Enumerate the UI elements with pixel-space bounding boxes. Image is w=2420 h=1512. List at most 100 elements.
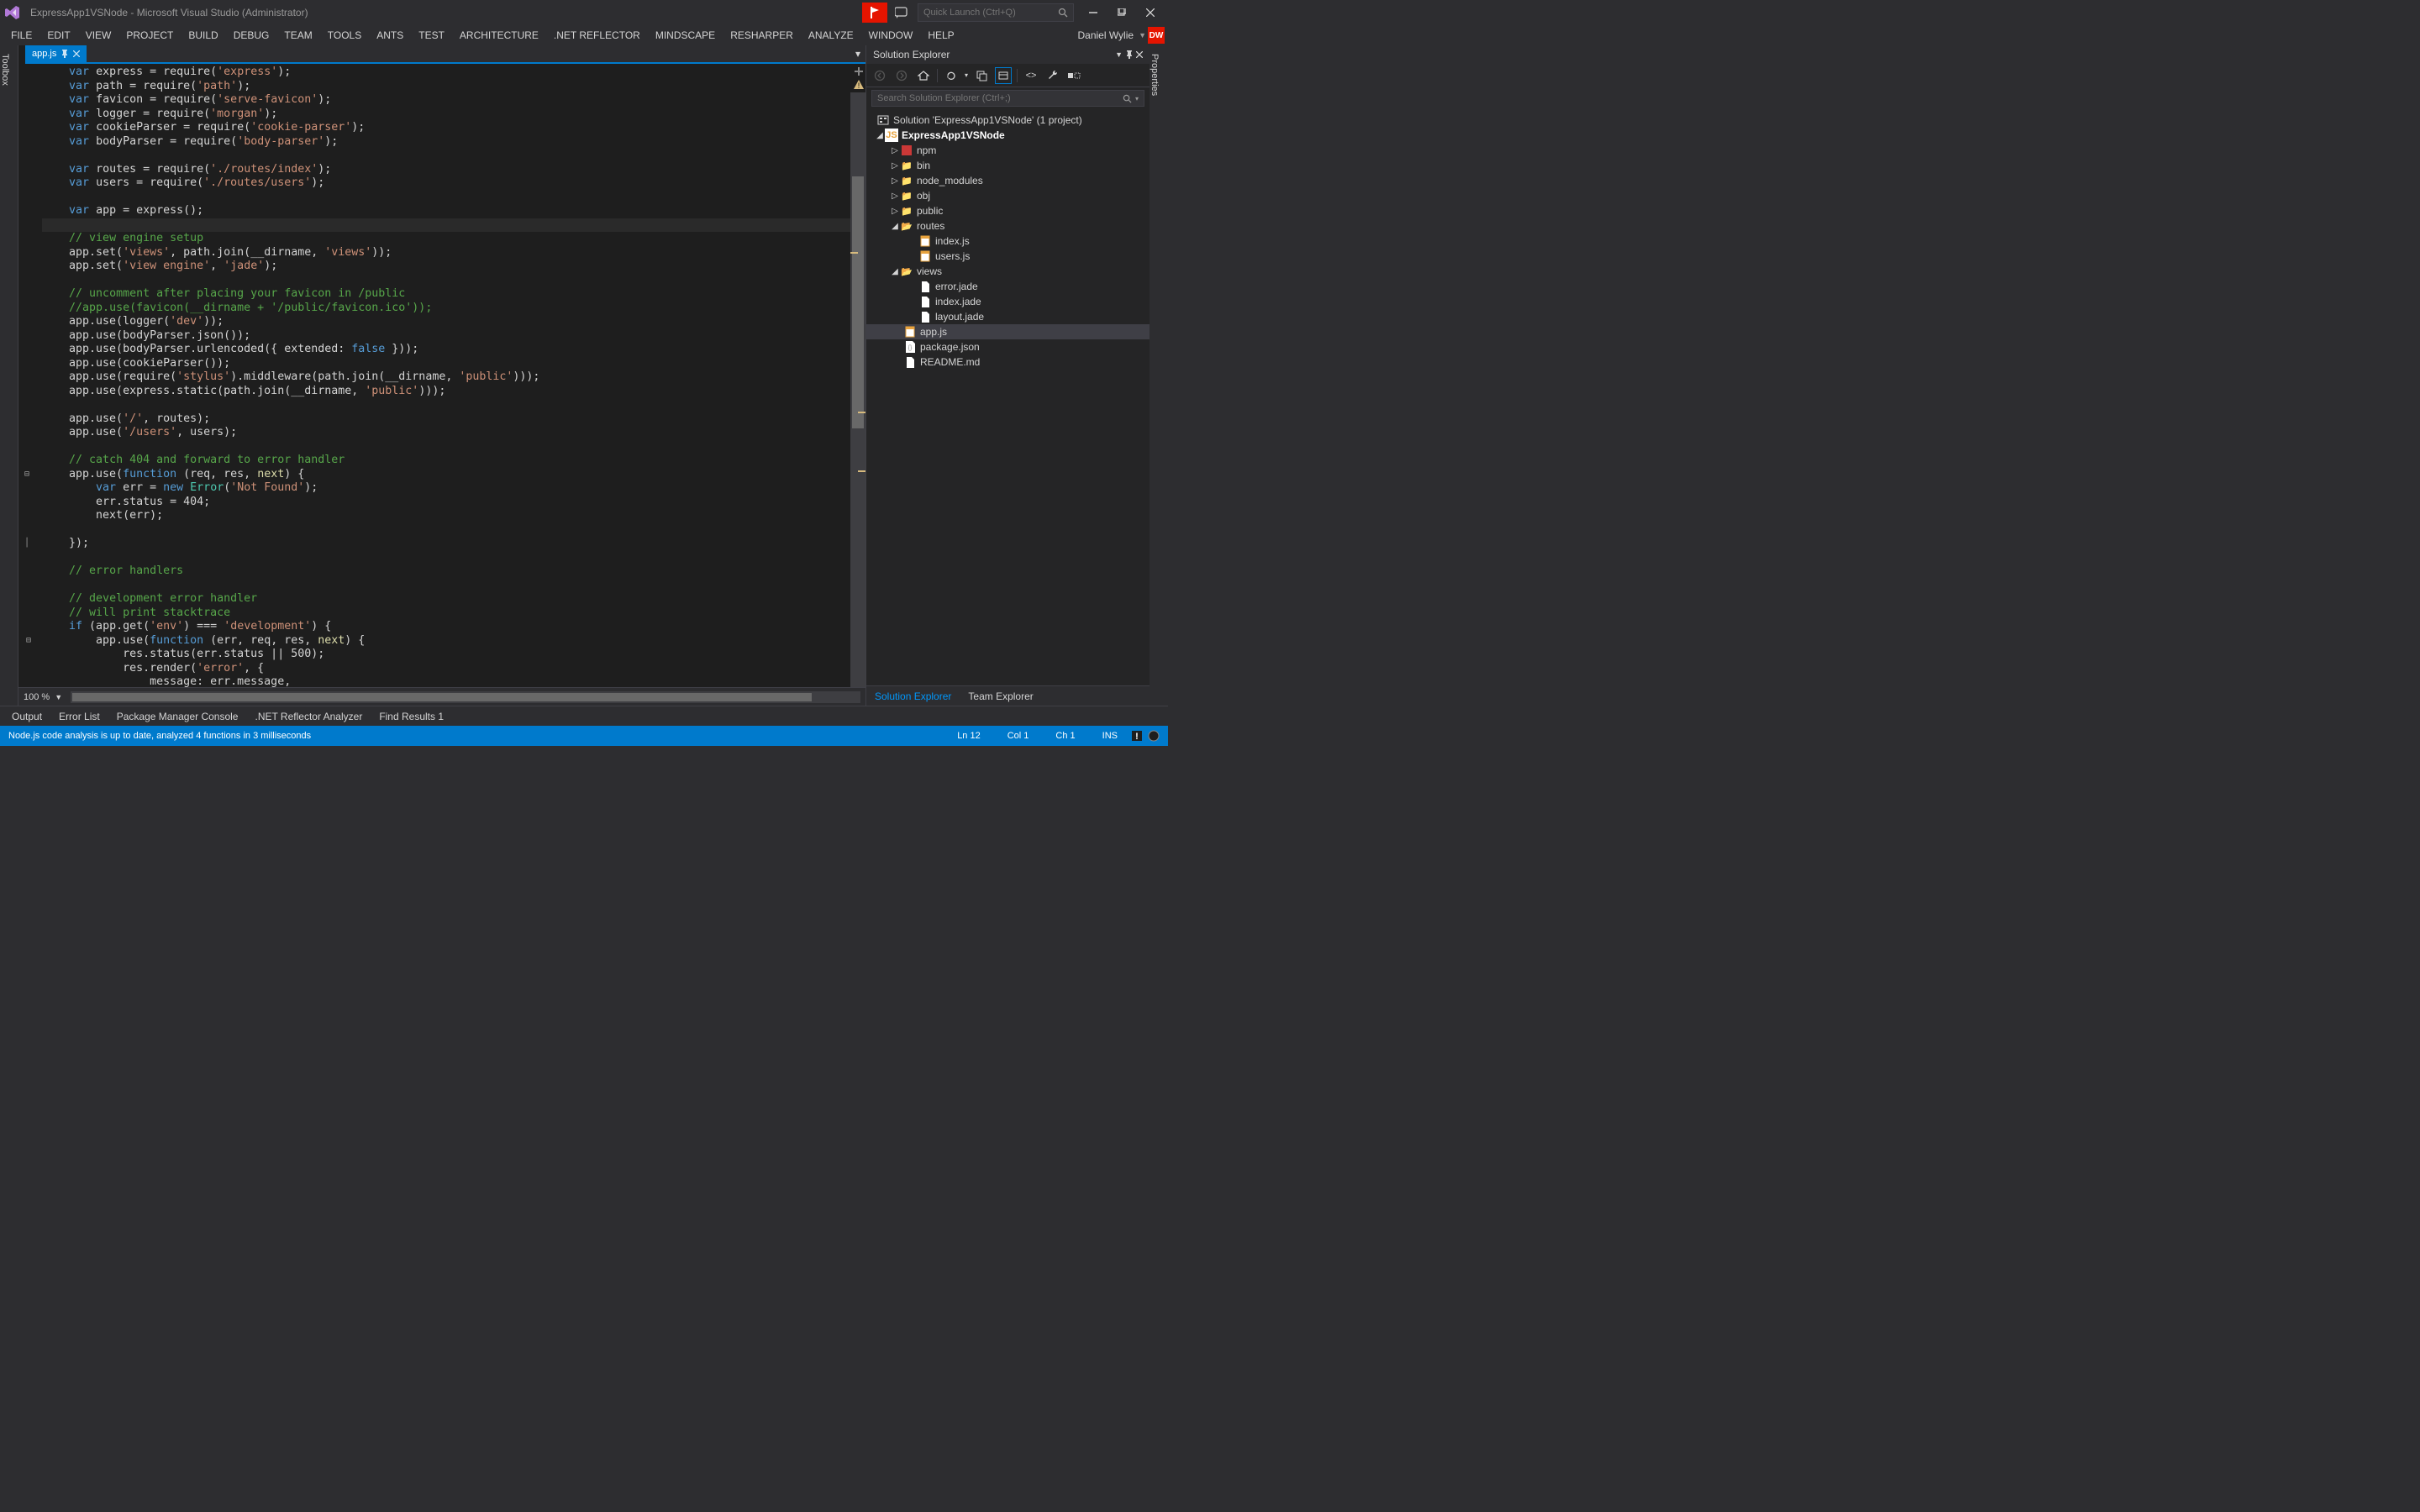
- toolbox-panel-tab[interactable]: Toolbox: [0, 45, 18, 706]
- tree-node-modules[interactable]: ▷📁node_modules: [866, 173, 1150, 188]
- menu-build[interactable]: BUILD: [181, 27, 225, 44]
- menu-project[interactable]: PROJECT: [118, 27, 181, 44]
- pin-icon[interactable]: [61, 50, 68, 58]
- menu-architecture[interactable]: ARCHITECTURE: [452, 27, 546, 44]
- tree-views-layout[interactable]: layout.jade: [866, 309, 1150, 324]
- menu-window[interactable]: WINDOW: [861, 27, 921, 44]
- status-line: Ln 12: [944, 731, 994, 741]
- tree-routes[interactable]: ◢📂routes: [866, 218, 1150, 234]
- preview-icon[interactable]: [1066, 67, 1083, 84]
- chevron-right-icon[interactable]: ▷: [890, 207, 900, 216]
- collapse-icon[interactable]: [973, 67, 990, 84]
- folder-icon: 📁: [900, 189, 913, 202]
- properties-panel-tab[interactable]: Properties: [1150, 45, 1168, 706]
- tree-solution-root[interactable]: Solution 'ExpressApp1VSNode' (1 project): [866, 113, 1150, 128]
- code-icon[interactable]: <>: [1023, 67, 1039, 84]
- menu-resharper[interactable]: RESHARPER: [723, 27, 801, 44]
- tree-routes-users[interactable]: users.js: [866, 249, 1150, 264]
- quick-launch[interactable]: [918, 3, 1074, 22]
- menu-reflector[interactable]: .NET REFLECTOR: [546, 27, 648, 44]
- file-icon: [918, 295, 932, 308]
- scroll-map-icons: !: [852, 66, 865, 92]
- tree-project[interactable]: ◢JSExpressApp1VSNode: [866, 128, 1150, 143]
- js-file-icon: [918, 234, 932, 248]
- chevron-down-icon[interactable]: ◢: [890, 267, 900, 276]
- tab-reflector[interactable]: .NET Reflector Analyzer: [246, 708, 371, 725]
- menu-file[interactable]: FILE: [3, 27, 39, 44]
- tab-solution-explorer[interactable]: Solution Explorer: [866, 688, 960, 705]
- solution-tree[interactable]: Solution 'ExpressApp1VSNode' (1 project)…: [866, 109, 1150, 685]
- tab-team-explorer[interactable]: Team Explorer: [960, 688, 1041, 705]
- status-ins: INS: [1089, 731, 1131, 741]
- close-tab-icon[interactable]: [73, 50, 80, 57]
- notification-flag-icon[interactable]: [862, 3, 887, 23]
- tab-output[interactable]: Output: [3, 708, 50, 725]
- chevron-right-icon[interactable]: ▷: [890, 146, 900, 155]
- menu-tools[interactable]: TOOLS: [320, 27, 369, 44]
- minimize-button[interactable]: [1079, 3, 1107, 23]
- home-icon[interactable]: [915, 67, 932, 84]
- title-bar: ExpressApp1VSNode - Microsoft Visual Stu…: [0, 0, 1168, 25]
- quick-launch-input[interactable]: [923, 8, 1058, 18]
- tree-readme[interactable]: README.md: [866, 354, 1150, 370]
- tab-pmc[interactable]: Package Manager Console: [108, 708, 247, 725]
- menu-analyze[interactable]: ANALYZE: [801, 27, 861, 44]
- back-icon[interactable]: [871, 67, 888, 84]
- window-title: ExpressApp1VSNode - Microsoft Visual Stu…: [30, 7, 308, 18]
- solution-search-input[interactable]: [877, 93, 1123, 103]
- tab-app-js[interactable]: app.js: [25, 45, 87, 62]
- zoom-level[interactable]: 100 %▼: [24, 692, 62, 702]
- tab-find-results[interactable]: Find Results 1: [371, 708, 452, 725]
- menu-bar: FILE EDIT VIEW PROJECT BUILD DEBUG TEAM …: [0, 25, 1168, 45]
- user-name[interactable]: Daniel Wylie: [1072, 29, 1139, 41]
- editor-footer: 100 %▼: [18, 687, 865, 706]
- menu-test[interactable]: TEST: [411, 27, 452, 44]
- tree-npm[interactable]: ▷npm: [866, 143, 1150, 158]
- chevron-right-icon[interactable]: ▷: [890, 192, 900, 201]
- tree-views[interactable]: ◢📂views: [866, 264, 1150, 279]
- file-icon: [918, 310, 932, 323]
- status-resharper-icon[interactable]: [1148, 730, 1160, 742]
- tree-package-json[interactable]: {}package.json: [866, 339, 1150, 354]
- folder-icon: 📁: [900, 204, 913, 218]
- panel-close-icon[interactable]: [1136, 51, 1143, 58]
- menu-view[interactable]: VIEW: [78, 27, 119, 44]
- tree-routes-index[interactable]: index.js: [866, 234, 1150, 249]
- close-button[interactable]: [1136, 3, 1165, 23]
- tree-views-index[interactable]: index.jade: [866, 294, 1150, 309]
- tree-app-js[interactable]: app.js: [866, 324, 1150, 339]
- code-editor[interactable]: var express = require('express'); var pa…: [18, 64, 850, 687]
- vs-logo-icon: [3, 3, 22, 22]
- tree-views-error[interactable]: error.jade: [866, 279, 1150, 294]
- menu-debug[interactable]: DEBUG: [226, 27, 277, 44]
- status-message: Node.js code analysis is up to date, ana…: [8, 731, 311, 741]
- tree-public[interactable]: ▷📁public: [866, 203, 1150, 218]
- chevron-right-icon[interactable]: ▷: [890, 176, 900, 186]
- js-file-icon: [903, 325, 917, 339]
- menu-ants[interactable]: ANTS: [369, 27, 411, 44]
- menu-edit[interactable]: EDIT: [39, 27, 77, 44]
- status-error-icon[interactable]: !: [1131, 730, 1143, 742]
- forward-icon[interactable]: [893, 67, 910, 84]
- tree-bin[interactable]: ▷📁bin: [866, 158, 1150, 173]
- tabs-dropdown-icon[interactable]: ▾: [850, 45, 865, 62]
- user-badge[interactable]: DW: [1148, 27, 1165, 44]
- tab-error-list[interactable]: Error List: [50, 708, 108, 725]
- horizontal-scrollbar[interactable]: [71, 691, 860, 703]
- panel-menu-icon[interactable]: ▼: [1115, 50, 1123, 59]
- status-col: Col 1: [994, 731, 1043, 741]
- menu-team[interactable]: TEAM: [276, 27, 319, 44]
- menu-mindscape[interactable]: MINDSCAPE: [648, 27, 723, 44]
- feedback-icon[interactable]: [891, 3, 913, 23]
- maximize-button[interactable]: [1107, 3, 1136, 23]
- menu-help[interactable]: HELP: [920, 27, 961, 44]
- chevron-right-icon[interactable]: ▷: [890, 161, 900, 171]
- properties-icon[interactable]: [1044, 67, 1061, 84]
- tree-obj[interactable]: ▷📁obj: [866, 188, 1150, 203]
- panel-pin-icon[interactable]: [1126, 50, 1133, 59]
- refresh-icon[interactable]: [943, 67, 960, 84]
- vertical-scrollbar[interactable]: [850, 92, 865, 687]
- show-all-icon[interactable]: [995, 67, 1012, 84]
- chevron-down-icon[interactable]: ◢: [890, 222, 900, 231]
- chevron-down-icon[interactable]: ◢: [875, 131, 885, 140]
